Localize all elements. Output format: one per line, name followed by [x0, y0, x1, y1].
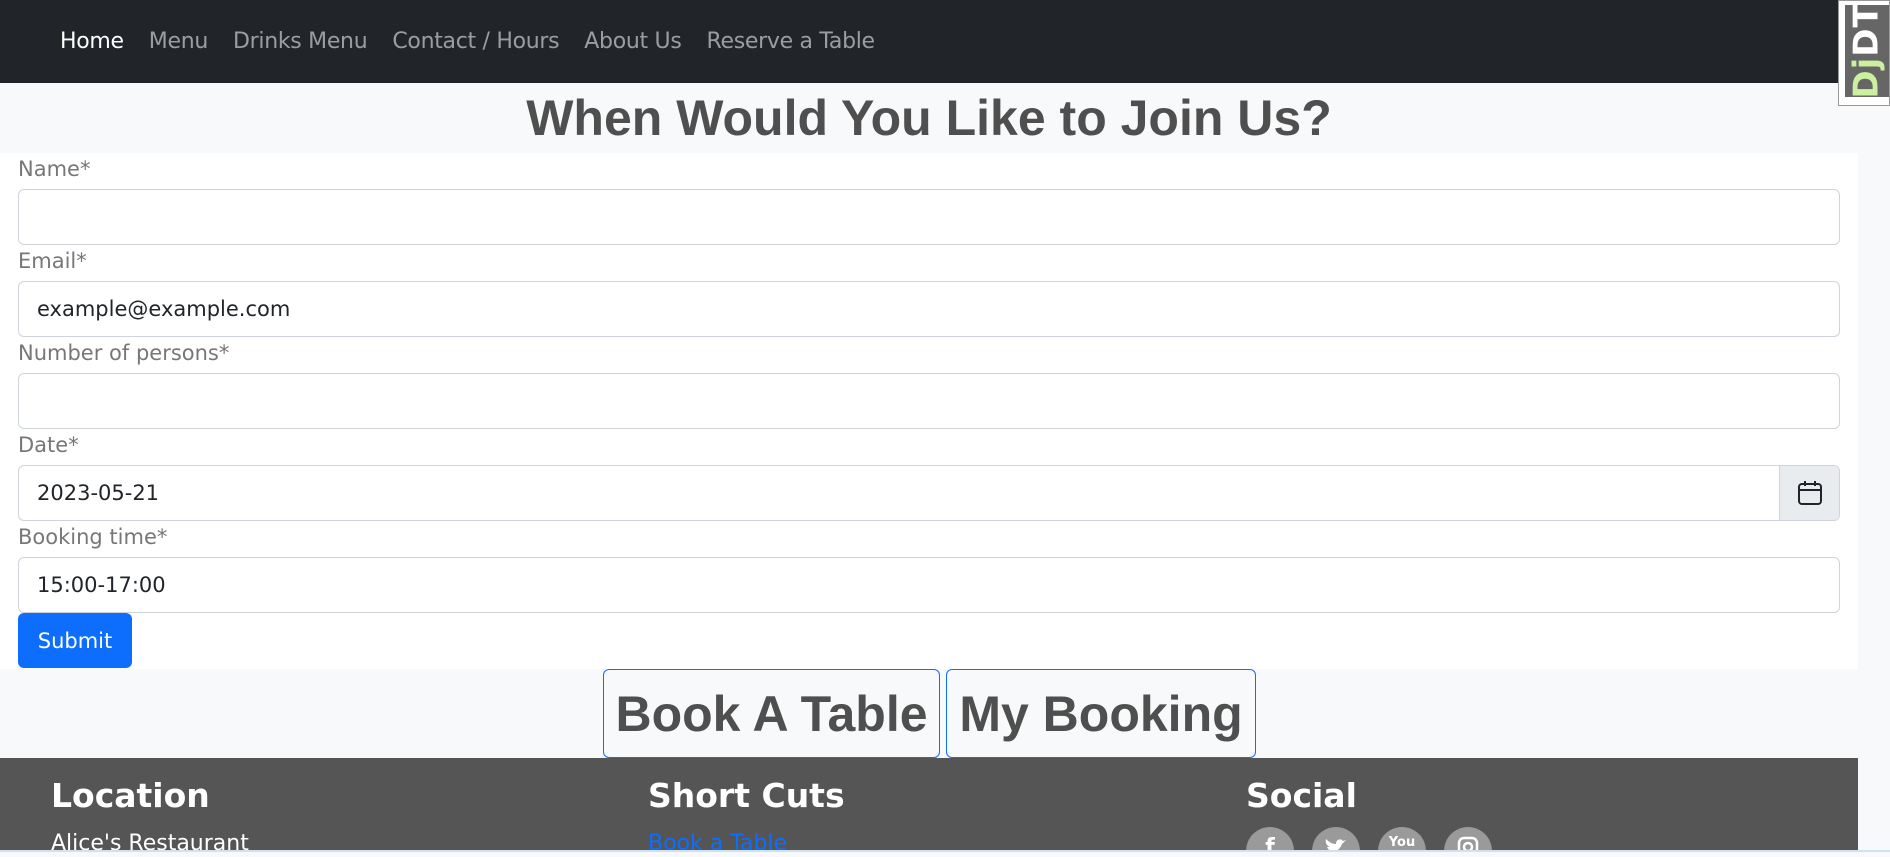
name-label: Name* [18, 157, 91, 181]
shortcut-book-table-link[interactable]: Book a Table [648, 831, 845, 850]
nav-home[interactable]: Home [60, 29, 124, 54]
social-icons: f You [1246, 827, 1492, 850]
time-label: Booking time* [18, 525, 168, 549]
instagram-icon[interactable] [1444, 827, 1492, 850]
time-field[interactable]: 15:00-17:00 [18, 557, 1840, 613]
footer-shortcuts: Short Cuts Book a Table [648, 776, 845, 850]
email-label: Email* [18, 249, 87, 273]
footer-social: Social f You [1246, 776, 1492, 850]
date-picker-button[interactable] [1779, 466, 1839, 520]
nav-menu[interactable]: Menu [149, 29, 209, 54]
page-bottom-edge [0, 850, 1890, 857]
book-table-button[interactable]: Book A Table [603, 669, 940, 758]
date-field[interactable]: 2023-05-21 [18, 465, 1840, 521]
date-label: Date* [18, 433, 79, 457]
my-booking-button[interactable]: My Booking [946, 669, 1256, 758]
submit-button[interactable]: Submit [18, 613, 132, 668]
nav-contact-hours[interactable]: Contact / Hours [392, 29, 559, 54]
footer: Location Alice's Restaurant Short Cuts B… [0, 758, 1858, 850]
nav-about-us[interactable]: About Us [584, 29, 682, 54]
page-title: When Would You Like to Join Us? [526, 90, 1332, 146]
youtube-icon[interactable]: You [1378, 827, 1426, 850]
social-title: Social [1246, 776, 1357, 815]
reservation-form: Name* Email* example@example.com Number … [0, 153, 1858, 669]
location-name: Alice's Restaurant [51, 831, 249, 850]
nav-drinks-menu[interactable]: Drinks Menu [233, 29, 368, 54]
twitter-icon[interactable] [1312, 827, 1360, 850]
persons-field[interactable] [18, 373, 1840, 429]
date-value: 2023-05-21 [37, 481, 160, 505]
facebook-icon[interactable]: f [1246, 827, 1294, 850]
shortcuts-title: Short Cuts [648, 776, 845, 815]
persons-label: Number of persons* [18, 341, 230, 365]
nav-reserve-table[interactable]: Reserve a Table [707, 29, 876, 54]
name-field[interactable] [18, 189, 1840, 245]
email-field[interactable]: example@example.com [18, 281, 1840, 337]
footer-location: Location Alice's Restaurant [51, 776, 249, 850]
calendar-icon [1797, 481, 1822, 505]
location-title: Location [51, 776, 210, 815]
top-navbar: Home Menu Drinks Menu Contact / Hours Ab… [0, 0, 1890, 83]
